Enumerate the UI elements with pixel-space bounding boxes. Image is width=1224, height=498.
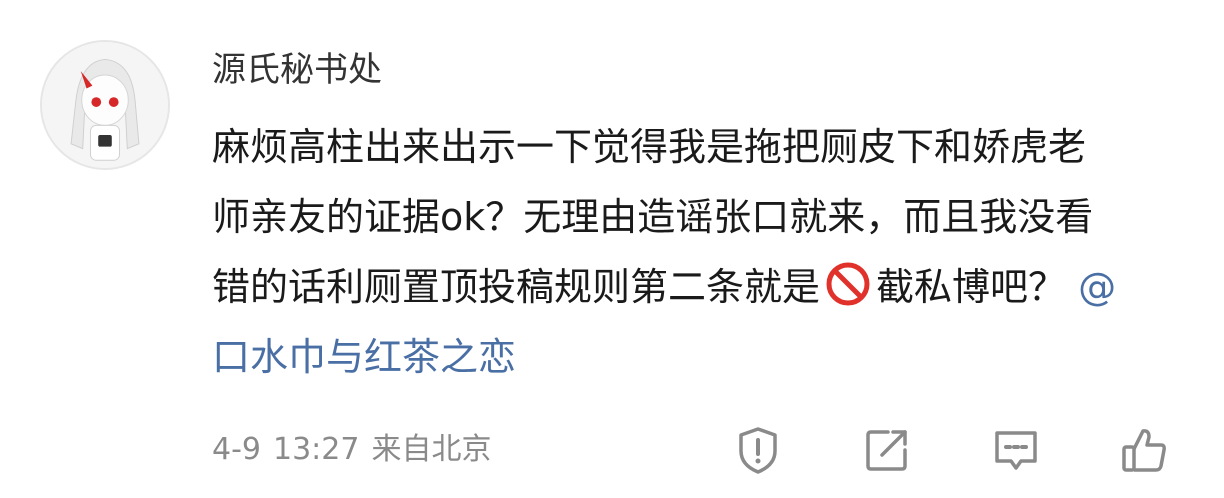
repost-button[interactable] <box>855 420 919 480</box>
comment-line: 口水巾与红茶之恋 <box>212 322 1172 392</box>
mention-prefix: @ <box>1078 265 1117 309</box>
mention-link[interactable]: @ <box>1078 265 1116 309</box>
report-button[interactable] <box>726 420 790 480</box>
mention-name[interactable]: 口水巾与红茶之恋 <box>212 335 516 379</box>
comment-text: 错的话利厕置顶投稿规则第二条就是 <box>212 265 821 309</box>
reply-button[interactable] <box>984 420 1048 480</box>
like-icon <box>1122 429 1166 472</box>
comment-line: 错的话利厕置顶投稿规则第二条就是 截私博吧？ @ <box>212 252 1172 322</box>
avatar[interactable] <box>40 40 170 170</box>
comment-line: 麻烦高柱出来出示一下觉得我是拖把厕皮下和娇虎老 <box>212 125 1087 169</box>
prohibited-icon <box>826 262 870 306</box>
like-button[interactable] <box>1112 420 1176 480</box>
avatar-image <box>42 42 168 168</box>
reply-icon <box>995 431 1037 470</box>
comment-line: 师亲友的证据ok？无理由造谣张口就来，而且我没看 <box>212 195 1094 239</box>
comment-author[interactable]: 源氏秘书处 <box>212 48 382 92</box>
comment-body: 麻烦高柱出来出示一下觉得我是拖把厕皮下和娇虎老 师亲友的证据ok？无理由造谣张口… <box>212 112 1172 392</box>
repost-icon <box>866 430 907 471</box>
comment-text: 截私博吧？ <box>876 265 1067 309</box>
action-bar <box>0 420 1224 480</box>
report-icon <box>739 427 777 474</box>
